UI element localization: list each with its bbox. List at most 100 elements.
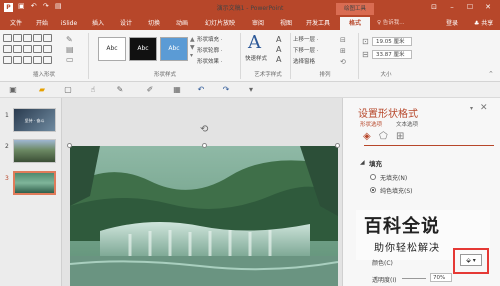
quick-toolbar: ▣ ▰ ▢ ☝ ✎ ✐ ▦ ↶ ↷ ▾ [0,82,500,98]
transparency-slider[interactable] [402,278,426,279]
resize-handle[interactable] [202,143,207,148]
shape-height-field[interactable]: 19.05 厘米 [372,37,412,46]
tab-developer[interactable]: 开发工具 [302,17,334,30]
drawing-tools-label: 绘图工具 [336,3,374,15]
resize-handle[interactable] [67,143,72,148]
no-fill-radio[interactable] [370,174,376,180]
width-icon[interactable]: ⊟ [362,50,369,59]
tell-me-search[interactable]: ♀ 告诉我... [377,17,405,30]
color-picker-button[interactable]: ⬙ ▾ [460,254,482,266]
fill-collapse-icon[interactable]: ◢ [360,159,365,166]
slide-number: 1 [5,112,9,119]
style-preset-white[interactable]: Abc [98,37,126,61]
slide-thumbnail-2[interactable] [13,139,56,163]
no-fill-label[interactable]: 无填充(N) [380,173,407,182]
style-preset-blue[interactable]: Abc [160,37,188,61]
tab-islide[interactable]: iSlide [57,17,81,30]
group-arrange: 排列 [319,72,331,78]
transparency-label: 透明度(I) [372,277,397,284]
tab-design[interactable]: 设计 [114,17,138,30]
bring-forward-button[interactable]: 上移一层 · [293,35,319,43]
shape-gallery[interactable] [3,34,63,64]
watermark-title: 百科全说 [364,216,440,237]
tab-text-options[interactable]: 文本选项 [396,120,418,128]
minimize-icon[interactable]: – [444,2,460,13]
format-painter-icon[interactable]: ✐ [145,85,155,95]
shape-effects-button[interactable]: 形状效果 · [197,57,223,65]
shape-outline-button[interactable]: 形状轮廓 · [197,46,223,54]
ribbon: ✎ ▤ ▭ 插入形状 Abc Abc Abc ▲ ▼ ▾ 形状填充 · 形状轮廓 · 形… [0,30,500,82]
powerpoint-logo-icon: P [4,3,13,12]
group-size: 大小 [380,72,392,78]
divider [88,33,89,79]
save-icon[interactable]: ▣ [8,85,18,95]
open-folder-icon[interactable]: ▰ [37,85,47,95]
tab-format[interactable]: 格式 [340,17,370,30]
watermark-subtitle: 助你轻松解决 [374,243,440,254]
group-insert-shapes: 插入形状 [32,72,55,78]
tab-home[interactable]: 开始 [30,17,54,30]
solid-fill-label[interactable]: 纯色填充(S) [380,186,413,195]
tab-insert[interactable]: 插入 [86,17,110,30]
tab-slideshow[interactable]: 幻灯片放映 [199,17,241,30]
gallery-scroll-icon[interactable]: ▲ ▼ ▾ [190,36,195,60]
shape-width-field[interactable]: 33.87 厘米 [372,50,412,59]
group-shape-styles: 形状样式 [153,72,176,78]
rotate-handle-icon[interactable]: ⟲ [200,124,208,135]
waterfall-image[interactable] [70,146,338,286]
color-label: 颜色(C) [372,260,393,267]
customize-toolbar-icon[interactable]: ▾ [246,85,256,95]
divider [240,33,241,79]
crop-icon[interactable]: ⊡ [362,37,369,46]
powerpoint-window: P ▣ ↶ ↷ ▤ 演示文稿1 - PowerPoint 绘图工具 ⊡ – ☐ … [0,0,500,286]
tab-transitions[interactable]: 切换 [142,17,166,30]
size-properties-icon[interactable]: ⊞ [396,131,404,142]
collapse-ribbon-icon[interactable]: ⌃ [488,70,494,78]
grid-icon[interactable]: ▦ [172,85,182,95]
tab-review[interactable]: 审阅 [246,17,270,30]
edit-shape-icon[interactable]: ✎ ▤ ▭ [66,35,74,65]
tab-view[interactable]: 视图 [274,17,298,30]
slide-thumbnail-1[interactable]: 坚持 · 奋斗 [13,108,56,132]
slide-number: 2 [5,143,9,150]
selection-pane-button[interactable]: 选择窗格 [293,57,315,65]
slide1-caption: 坚持 · 奋斗 [24,118,45,123]
slide-number: 3 [5,175,9,182]
send-backward-button[interactable]: 下移一层 · [293,46,319,54]
transparency-input[interactable]: 70% [430,273,452,282]
resize-handle[interactable] [335,143,340,148]
effects-icon[interactable]: ⬠ [379,131,388,142]
tab-indicator [364,145,494,146]
pane-close-icon[interactable]: ✕ [480,103,488,113]
pen-icon[interactable]: ✎ [115,85,125,95]
quick-styles-button[interactable]: 快速样式 [245,54,267,62]
maximize-icon[interactable]: ☐ [462,2,478,13]
undo-icon[interactable]: ↶ [196,85,206,95]
tab-file[interactable]: 文件 [6,17,26,30]
window-title: 演示文稿1 - PowerPoint [216,5,284,12]
pane-options-icon[interactable]: ▾ [470,105,473,112]
close-icon[interactable]: ✕ [480,2,496,13]
tab-animations[interactable]: 动画 [170,17,194,30]
align-icons[interactable]: ⊟ ⊞ ⟲ [340,35,346,68]
text-fill-icons[interactable]: AAA [276,35,281,65]
login-link[interactable]: 登录 [446,17,458,30]
divider [358,33,359,79]
solid-fill-radio[interactable] [370,187,376,193]
ribbon-display-icon[interactable]: ⊡ [426,2,442,13]
slide-thumbnail-3[interactable] [13,171,56,195]
wordart-a-icon[interactable]: A [248,32,261,53]
slide-icon[interactable]: ▢ [63,85,73,95]
fill-section-title[interactable]: 填充 [369,158,382,168]
redo-icon[interactable]: ↷ [221,85,231,95]
group-wordart-styles: 艺术字样式 [254,72,282,78]
style-preset-black[interactable]: Abc [129,37,157,61]
tab-shape-options[interactable]: 形状选项 [360,120,382,128]
fill-line-icon[interactable]: ◈ [363,131,371,142]
quick-access-icons[interactable]: ▣ ↶ ↷ ▤ [18,2,64,10]
divider [290,33,291,79]
share-button[interactable]: ♣ 共享 [474,17,493,30]
touch-mode-icon[interactable]: ☝ [88,85,98,95]
pane-title: 设置形状格式 [358,109,418,120]
shape-fill-button[interactable]: 形状填充 · [197,35,223,43]
